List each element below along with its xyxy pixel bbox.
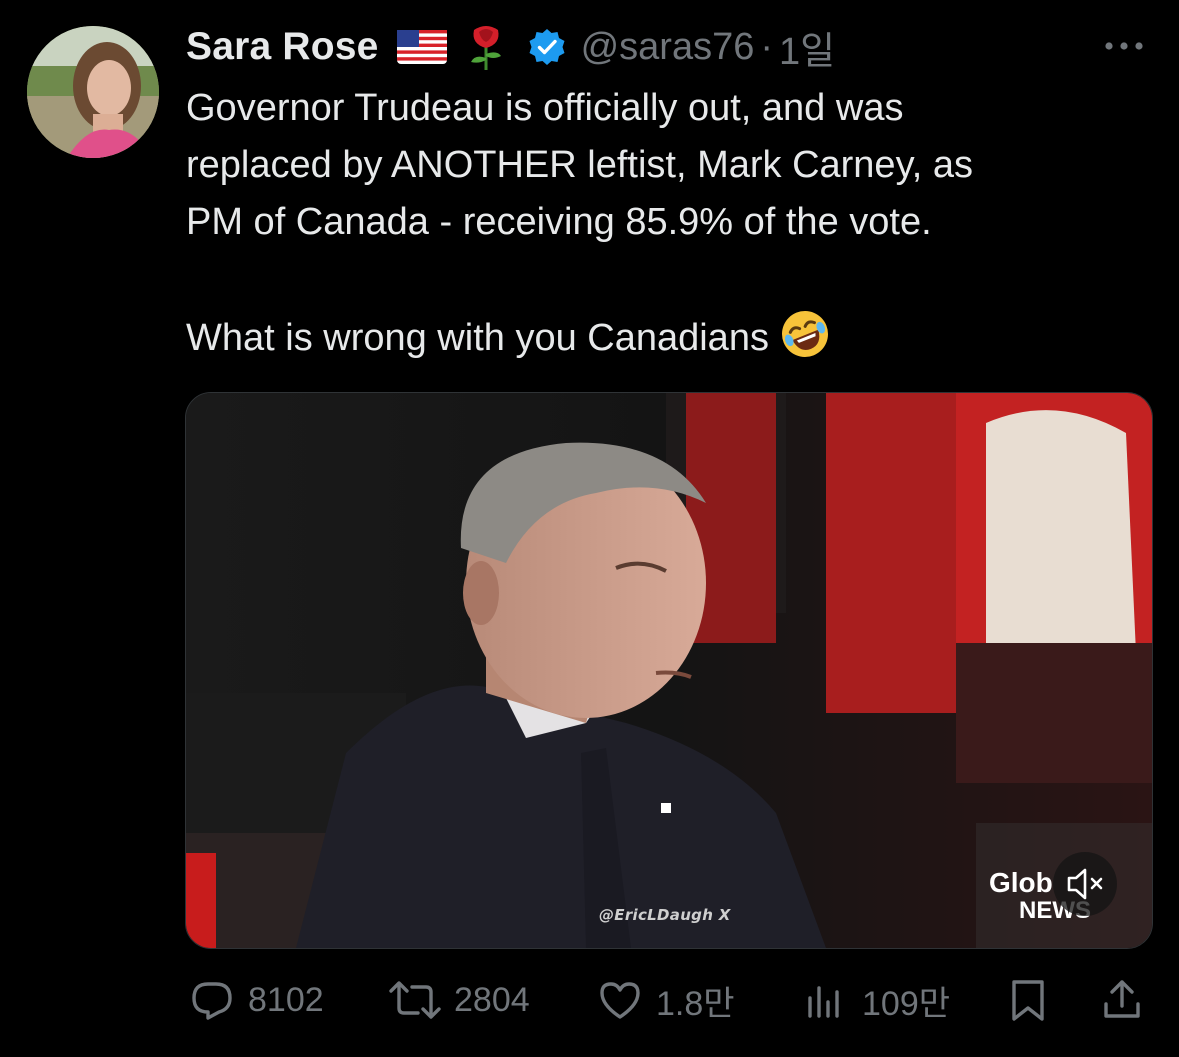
action-bar: 8102 2804 1.8만 109만 <box>0 970 1179 1030</box>
tweet[interactable]: Sara Rose @saras76 · 1일 Governor Trudeau… <box>0 0 1179 1057</box>
tweet-text-line: PM of Canada - receiving 85.9% of the vo… <box>186 201 932 243</box>
reply-icon <box>192 982 232 1020</box>
like-count: 1.8만 <box>656 984 735 1023</box>
views-button[interactable]: 109만 <box>802 970 950 1030</box>
rolling-on-floor-laughing-icon <box>779 308 831 360</box>
tweet-text-line: Governor Trudeau is officially out, and … <box>186 87 904 129</box>
display-name[interactable]: Sara Rose <box>186 25 379 69</box>
verified-badge-icon[interactable] <box>527 27 567 67</box>
speaker-muted-icon <box>1067 868 1103 900</box>
handle[interactable]: @saras76 <box>581 26 755 69</box>
bookmark-button[interactable] <box>1004 970 1052 1030</box>
reply-count: 8102 <box>248 980 324 1019</box>
rose-icon <box>463 22 509 72</box>
tweet-header: Sara Rose @saras76 · 1일 <box>186 20 835 75</box>
share-icon <box>1104 980 1140 1018</box>
more-options-icon[interactable] <box>1098 26 1150 66</box>
tweet-text: Governor Trudeau is officially out, and … <box>186 80 1156 367</box>
timestamp[interactable]: 1일 <box>779 20 835 75</box>
tweet-text-line-last: What is wrong with you Canadians <box>186 308 1156 367</box>
tweet-text-line: What is wrong with you Canadians <box>186 317 769 359</box>
repost-count: 2804 <box>454 980 530 1019</box>
repost-button[interactable]: 2804 <box>388 970 530 1030</box>
mute-toggle-button[interactable] <box>1053 852 1117 916</box>
video-watermark: @EricLDaugh X <box>599 906 731 924</box>
like-button[interactable]: 1.8만 <box>596 970 735 1030</box>
video-media[interactable]: @EricLDaugh X Glob NEWS <box>185 392 1153 949</box>
heart-icon <box>600 982 640 1019</box>
avatar[interactable] <box>27 26 159 158</box>
analytics-icon <box>808 986 839 1018</box>
bookmark-icon <box>1012 980 1044 1021</box>
repost-icon <box>389 981 441 1019</box>
us-flag-icon <box>396 30 447 64</box>
reply-button[interactable]: 8102 <box>188 970 324 1030</box>
separator-dot: · <box>760 25 773 68</box>
share-button[interactable] <box>1098 970 1146 1030</box>
views-count: 109만 <box>862 984 951 1023</box>
tweet-text-line: replaced by ANOTHER leftist, Mark Carney… <box>186 144 973 186</box>
